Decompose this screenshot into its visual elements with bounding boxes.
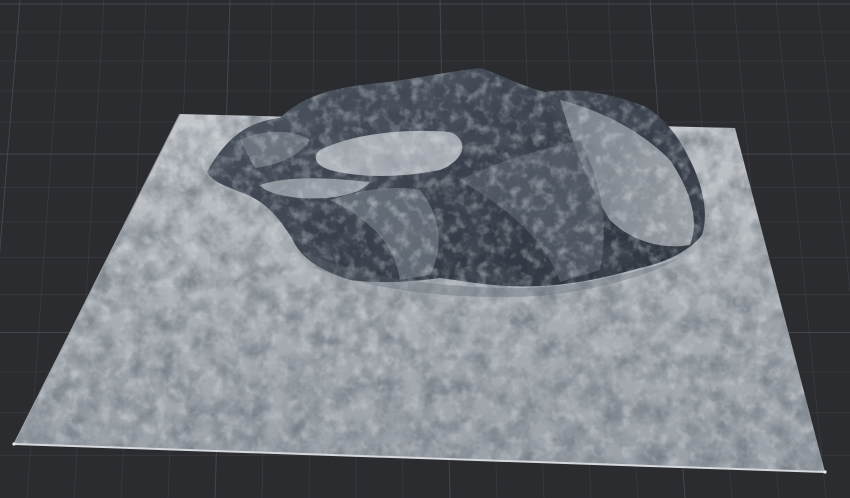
grid-line [817,0,850,293]
terrain-corner-marker [12,442,16,446]
viewport-canvas[interactable] [0,0,850,498]
terrain-corner-marker [823,470,827,474]
3d-viewport[interactable] [0,0,850,498]
terrain-mesh[interactable] [0,60,850,498]
grid-line [0,0,21,256]
